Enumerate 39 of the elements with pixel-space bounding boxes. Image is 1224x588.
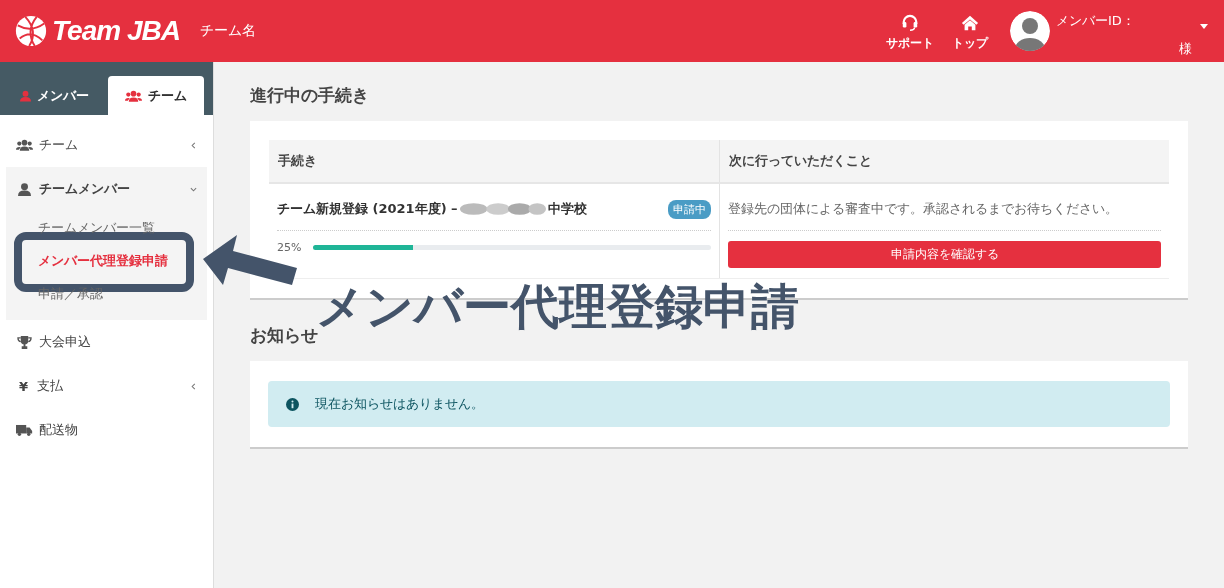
basketball-icon (14, 14, 48, 48)
notice-message: 現在お知らせはありません。 (315, 395, 484, 413)
team-name: チーム名 (199, 22, 256, 40)
procedure-title: チーム新規登録 (2021年度) – (277, 200, 458, 218)
next-step-text: 登録先の団体による審査中です。承認されるまでお待ちください。 (728, 200, 1119, 218)
home-link[interactable]: トップ (952, 10, 988, 52)
section-title: 進行中の手続き (250, 84, 370, 107)
sidebar-menu-item[interactable]: 大会申込 (6, 320, 207, 364)
callout-label: メンバー代理登録申請 (316, 277, 799, 334)
users-icon (16, 139, 33, 151)
avatar-icon[interactable] (1010, 11, 1050, 51)
info-icon (286, 397, 299, 411)
logo-text[interactable]: Team JBA (52, 15, 180, 47)
user-icon (16, 182, 33, 196)
honorific-text: 様 (1179, 40, 1192, 58)
status-badge: 申請中 (668, 199, 711, 219)
truck-icon (16, 423, 33, 437)
confirm-application-button[interactable]: 申請内容を確認する (728, 241, 1161, 268)
progress-reading: 25% (277, 241, 302, 254)
submenu-item[interactable]: チームメンバー一覧 (28, 211, 181, 244)
users-icon (125, 89, 142, 102)
sidebar-menu-item[interactable]: ¥ 支払 (6, 364, 207, 408)
user-icon (19, 89, 31, 102)
procedure-title-suffix: 中学校 (547, 200, 587, 218)
caret-icon[interactable] (1200, 24, 1208, 29)
column-header: 手続き (278, 153, 317, 168)
sidebar-menu-item[interactable]: 配送物 (6, 408, 207, 452)
sidebar-tab[interactable]: メンバー (6, 76, 102, 115)
trophy-icon (16, 335, 33, 349)
home-icon (960, 14, 980, 32)
headset-icon (901, 14, 919, 32)
section-title: お知らせ (250, 324, 319, 347)
support-link[interactable]: サポート (886, 10, 934, 52)
sidebar-menu-item[interactable]: チームメンバー (6, 167, 207, 211)
sidebar-menu-item[interactable]: チーム (6, 123, 207, 167)
column-header: 次に行っていただくこと (729, 153, 872, 168)
sidebar-tab[interactable]: チーム (108, 76, 204, 115)
member-id-label: メンバーID： (1056, 12, 1135, 30)
yen-icon: ¥ (16, 378, 32, 394)
